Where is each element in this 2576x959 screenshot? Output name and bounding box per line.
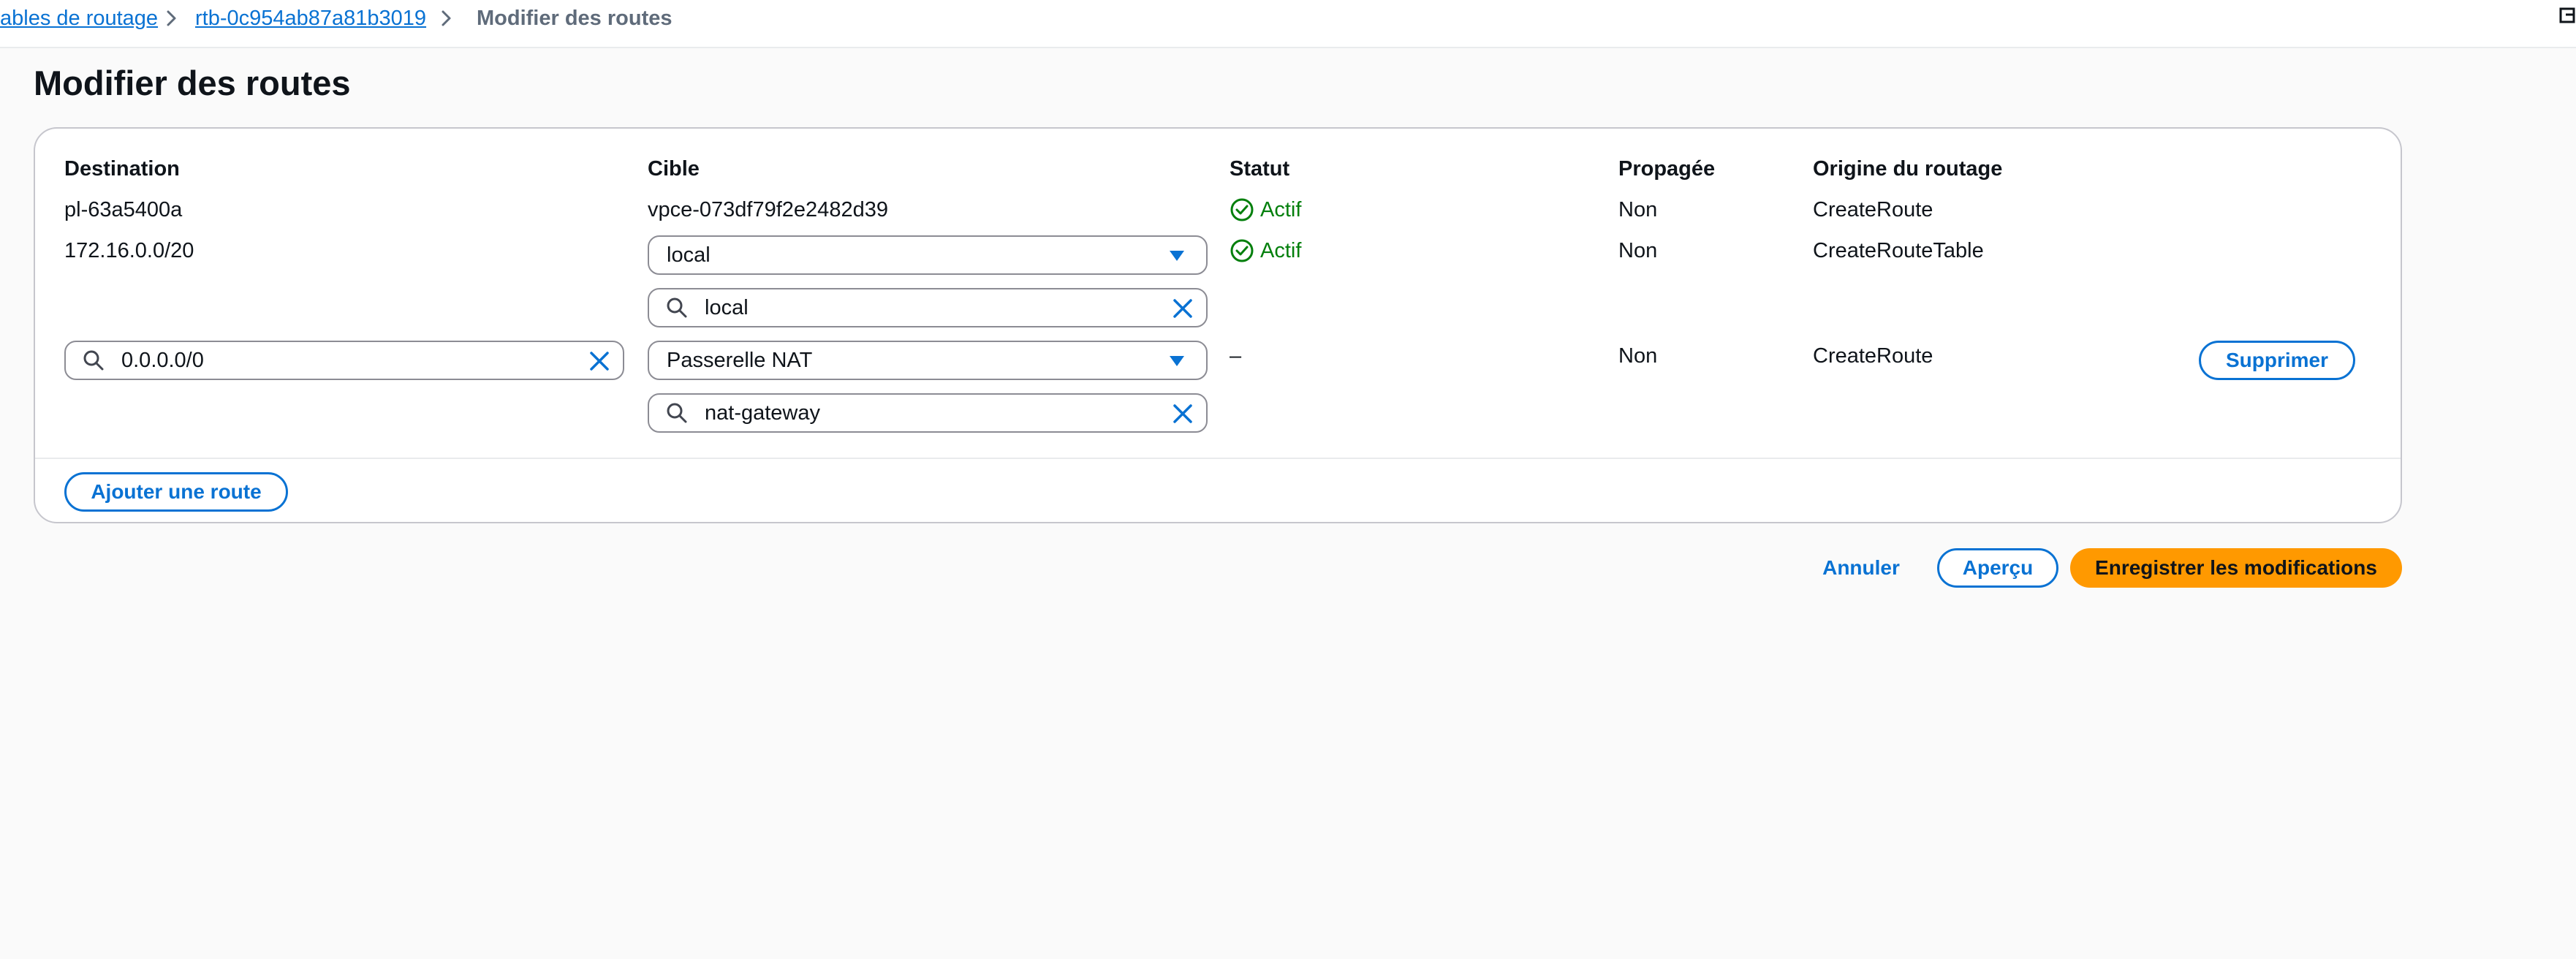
- clear-icon[interactable]: [589, 351, 610, 371]
- status-text: –: [1230, 344, 1242, 368]
- page-title: Modifier des routes: [34, 64, 351, 102]
- column-header-propagated: Propagée: [1618, 157, 1716, 181]
- check-circle-icon: [1230, 239, 1254, 262]
- preview-button[interactable]: Aperçu: [1937, 548, 2058, 588]
- search-icon: [83, 350, 104, 371]
- target-type-select-value: local: [667, 243, 711, 267]
- column-header-destination: Destination: [64, 157, 180, 181]
- divider: [35, 458, 2401, 459]
- remove-route-button[interactable]: Supprimer: [2199, 341, 2355, 380]
- route-destination: 172.16.0.0/20: [64, 239, 194, 262]
- destination-input[interactable]: 0.0.0.0/0: [64, 341, 624, 380]
- breadcrumb-link-route-tables[interactable]: ables de routage: [0, 6, 158, 31]
- route-propagated: Non: [1618, 239, 1658, 262]
- status-badge: Actif: [1230, 197, 1301, 222]
- column-header-status: Statut: [1230, 157, 1290, 181]
- route-destination: pl-63a5400a: [64, 198, 183, 221]
- caret-down-icon: [1170, 251, 1184, 261]
- target-type-select[interactable]: local: [648, 235, 1208, 275]
- route-target: vpce-073df79f2e2482d39: [648, 198, 888, 221]
- breadcrumb-link-route-table-id[interactable]: rtb-0c954ab87a81b3019: [195, 6, 426, 31]
- cancel-button[interactable]: Annuler: [1810, 548, 1912, 588]
- save-changes-button[interactable]: Enregistrer les modifications: [2070, 548, 2402, 588]
- add-route-button[interactable]: Ajouter une route: [64, 472, 288, 512]
- external-icon[interactable]: [2558, 4, 2576, 29]
- routes-table-panel: Destination Cible Statut Propagée Origin…: [34, 127, 2402, 523]
- breadcrumb: ables de routage rtb-0c954ab87a81b3019 M…: [0, 0, 2576, 48]
- chevron-right-icon: [442, 10, 451, 26]
- target-search-value: local: [705, 296, 749, 319]
- route-origin: CreateRoute: [1813, 198, 1933, 221]
- target-search-input[interactable]: local: [648, 288, 1208, 327]
- chevron-right-icon: [167, 10, 176, 26]
- breadcrumb-current: Modifier des routes: [477, 7, 673, 30]
- search-icon: [667, 403, 687, 423]
- caret-down-icon: [1170, 356, 1184, 366]
- target-type-select-value: Passerelle NAT: [667, 349, 813, 372]
- clear-icon[interactable]: [1173, 403, 1193, 424]
- route-propagated: Non: [1618, 198, 1658, 221]
- target-search-value: nat-gateway: [705, 401, 820, 425]
- route-propagated: Non: [1618, 344, 1658, 368]
- search-icon: [667, 297, 687, 318]
- check-circle-icon: [1230, 198, 1254, 221]
- destination-input-value: 0.0.0.0/0: [121, 349, 204, 372]
- column-header-target: Cible: [648, 157, 700, 181]
- route-origin: CreateRouteTable: [1813, 239, 1984, 262]
- target-search-input[interactable]: nat-gateway: [648, 393, 1208, 433]
- clear-icon[interactable]: [1173, 298, 1193, 319]
- target-type-select[interactable]: Passerelle NAT: [648, 341, 1208, 380]
- status-text: Actif: [1260, 198, 1302, 221]
- status-badge: Actif: [1230, 238, 1301, 263]
- status-text: Actif: [1260, 239, 1302, 262]
- route-origin: CreateRoute: [1813, 344, 1933, 368]
- column-header-origin: Origine du routage: [1813, 157, 2003, 181]
